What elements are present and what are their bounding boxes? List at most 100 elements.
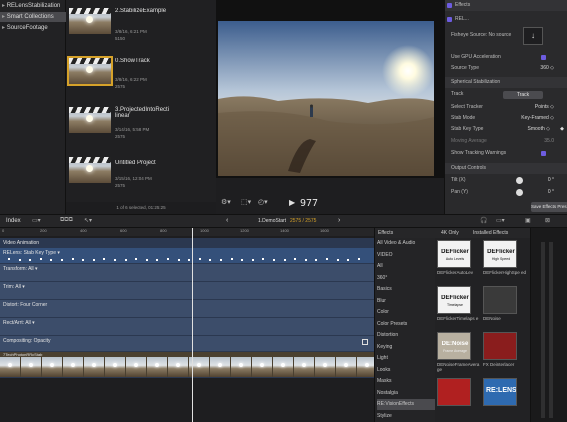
keyframe-marker[interactable] [167,258,169,260]
effect-thumbnail[interactable]: DEFlicker High Speed [483,240,517,268]
browser-clip[interactable]: 2.StabilizeExample 3/8/16, 6:21 PM 5150 [69,8,209,46]
keyframe-marker[interactable] [220,259,222,261]
effects-category-item[interactable]: 360° [377,273,435,284]
effects-category-item[interactable]: Distortion [377,330,435,341]
effects-category-item[interactable]: Stylize [377,411,435,422]
source-type-select[interactable]: 360 ◇ [540,63,554,74]
effects-category-item[interactable]: Light [377,353,435,364]
tilt-dial-icon[interactable] [516,177,523,184]
select-tool-icon[interactable]: ↖▾ [84,217,92,224]
keyframe-marker[interactable] [347,259,350,261]
keyframe-marker[interactable] [326,258,328,260]
play-icon[interactable]: ▶ [289,198,295,207]
keyframe-marker[interactable] [177,259,180,261]
keyframe-marker[interactable] [294,258,297,260]
keyframe-marker[interactable] [61,259,63,261]
video-animation-lane[interactable]: Video Animation [0,238,374,248]
effects-category-item[interactable]: Masks [377,376,435,387]
trim-lane[interactable]: Trim: All ▾ [0,282,374,300]
keyframe-nav-icon[interactable]: ◆ [560,124,564,135]
keyframe-marker[interactable] [39,258,42,260]
zoom-icon[interactable]: ▭▾ [496,217,505,224]
connect-icon[interactable]: ⧉⧉⧉ [60,217,73,224]
keyframe-marker[interactable] [251,259,254,261]
effects-category-item[interactable]: All Video & Audio [377,238,435,249]
keyframe-marker[interactable] [315,259,318,261]
transitions-icon[interactable]: ⊠ [545,217,550,224]
keyframe-marker[interactable] [304,259,307,261]
select-tracker-select[interactable]: Points ◇ [535,102,554,113]
effects-category-item[interactable]: Basics [377,284,435,295]
effect-thumbnail[interactable]: DEFlicker Auto Levels [437,240,471,268]
clip-filmstrip[interactable]: 7TechPhotonRRcStab [0,352,374,378]
keyframe-marker[interactable] [262,258,265,260]
keyframe-marker[interactable] [18,259,21,261]
output-controls-header[interactable]: Output Controls [445,163,567,174]
effects-category-item[interactable]: Keying [377,342,435,353]
effects-category-item[interactable]: RE:VisionEffects [377,399,435,410]
keyframe-marker[interactable] [357,258,360,260]
effects-category-item[interactable]: Color [377,307,435,318]
keyframe-marker[interactable] [8,258,10,260]
library-item-sourcefootage[interactable]: ▸ SourceFootage [2,23,48,33]
compositing-lane[interactable]: Compositing: Opacity [0,336,374,352]
source-well-arrow-icon[interactable]: ↓ [523,27,543,45]
rect-lane[interactable]: Rect/Arrt: All ▾ [0,318,374,336]
keyframe-marker[interactable] [114,259,116,261]
keyframe-marker[interactable] [135,258,138,260]
keyframe-marker[interactable] [50,259,53,261]
effects-section-header[interactable]: Effects [445,0,567,11]
effect-thumbnail[interactable] [483,332,517,360]
browser-clip-selected[interactable]: 0.ShowTrack 3/8/16, 6:22 PM 2575 [67,56,209,96]
keyframe-marker[interactable] [209,259,212,261]
keyframe-marker[interactable] [103,258,106,260]
index-button[interactable]: Index [6,218,21,224]
keyframe-marker[interactable] [336,259,339,261]
transform-icon[interactable]: ⬚▾ [241,198,251,206]
audio-skimming-icon[interactable]: 🎧 [480,217,487,224]
stab-key-type-select[interactable]: Smooth ◇ [528,124,550,135]
playhead[interactable] [192,228,193,422]
distort-lane[interactable]: Distort: Four Corner [0,300,374,318]
4k-only-filter[interactable]: 4K Only [441,230,459,236]
view-options-icon[interactable]: ⚙▾ [221,198,231,206]
effect-thumbnail[interactable]: RE:LENS [483,378,517,406]
browser-clip[interactable]: 3.ProjectedIntoRecti linear 3/14/16, 5:5… [69,107,209,145]
keyframe-marker[interactable] [198,258,201,260]
stab-mode-select[interactable]: Key-Framed ◇ [521,113,554,124]
effects-category-item[interactable]: Color Presets [377,319,435,330]
gpu-checkbox[interactable] [541,55,546,60]
browser-clip[interactable]: Untitled Project 3/15/16, 12:04 PM 2575 [69,157,209,195]
show-warnings-checkbox[interactable] [541,151,546,156]
stab-key-type-lane[interactable]: RELens: Stab Key Type ▾ [0,248,374,264]
effect-thumbnail[interactable] [437,378,471,406]
keyframe-marker[interactable] [241,259,244,261]
effects-category-item[interactable]: VIDEO [377,250,435,261]
keyframe-marker[interactable] [145,259,148,261]
effects-category-item[interactable]: All [377,261,435,272]
keyframe-marker[interactable] [273,259,275,261]
pan-dial-icon[interactable] [516,189,523,196]
effects-category-item[interactable]: Nostalgia [377,388,435,399]
timeline[interactable]: 0 200 400 600 800 1000 1200 1400 1600 Vi… [0,228,374,422]
keyframe-marker[interactable] [283,259,286,261]
library-item-smart-collections[interactable]: ▸ Smart Collections [0,12,66,22]
effect-thumbnail[interactable]: DE:Noise Frame Average [437,332,471,360]
keyframe-marker[interactable] [230,258,233,260]
forward-arrow-icon[interactable]: › [338,217,340,224]
effects-category-item[interactable]: Blur [377,296,435,307]
effects-category-item[interactable]: Looks [377,365,435,376]
effect-enable-checkbox[interactable] [447,17,452,22]
opacity-keyframe-icon[interactable] [362,339,368,345]
back-arrow-icon[interactable]: ‹ [226,217,228,224]
keyframe-marker[interactable] [71,258,74,260]
save-effects-preset-button[interactable]: Save Effects Pres... [531,202,567,212]
timeline-ruler[interactable]: 0 200 400 600 800 1000 1200 1400 1600 [0,228,374,236]
effects-browser-icon[interactable]: ▣ [525,217,531,224]
keyframe-marker[interactable] [29,259,32,261]
speed-icon[interactable]: ◴▾ [258,198,268,206]
library-item-relens-stabilization[interactable]: ▸ RELensStabilization [2,1,60,11]
installed-effects-dropdown[interactable]: Installed Effects [473,230,508,236]
keyframe-marker[interactable] [82,259,85,261]
transform-lane[interactable]: Transform: All ▾ [0,264,374,282]
